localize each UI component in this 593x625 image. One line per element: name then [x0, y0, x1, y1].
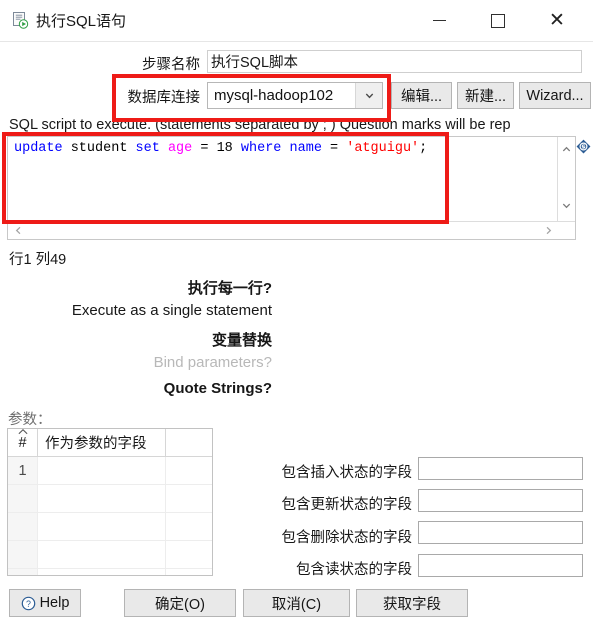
- question-circle-icon: ?: [21, 596, 36, 611]
- table-cell[interactable]: [38, 513, 166, 540]
- delete-status-field-label: 包含删除状态的字段: [281, 530, 413, 546]
- chevron-down-icon[interactable]: [558, 197, 575, 214]
- help-button[interactable]: ? Help: [9, 589, 81, 617]
- table-row[interactable]: [8, 569, 212, 575]
- step-name-input[interactable]: [207, 50, 582, 73]
- table-cell[interactable]: [8, 569, 38, 575]
- read-status-field-input[interactable]: [418, 554, 583, 577]
- sql-script-text: update student set age = 18 where name =…: [14, 140, 427, 157]
- column-header-param-field-label: 作为参数的字段: [45, 436, 147, 452]
- get-fields-button[interactable]: 获取字段: [356, 589, 468, 617]
- sql-script-editor[interactable]: update student set age = 18 where name =…: [7, 136, 576, 240]
- edit-connection-button[interactable]: 编辑...: [391, 82, 452, 109]
- update-status-field-label: 包含更新状态的字段: [281, 497, 413, 513]
- table-row[interactable]: 1: [8, 457, 212, 485]
- chevron-down-icon: [355, 83, 382, 108]
- table-cell[interactable]: [166, 457, 212, 484]
- table-row[interactable]: [8, 485, 212, 513]
- database-connection-label: 数据库连接: [127, 90, 201, 106]
- table-cell[interactable]: [166, 513, 212, 540]
- delete-status-field-input[interactable]: [418, 521, 583, 544]
- table-cell[interactable]: 1: [8, 457, 38, 484]
- option-label-execute-each-row[interactable]: 执行每一行?: [0, 277, 272, 298]
- minimize-icon[interactable]: [416, 0, 462, 41]
- column-header-param-field[interactable]: 作为参数的字段: [38, 429, 166, 456]
- sql-script-description: SQL script to execute. (statements separ…: [9, 117, 511, 133]
- close-icon[interactable]: ✕: [534, 0, 580, 41]
- sql-token: =: [321, 141, 347, 156]
- sql-script-icon: [11, 11, 29, 29]
- sql-token: age: [167, 141, 193, 156]
- parameters-table[interactable]: # 作为参数的字段 1: [7, 428, 213, 576]
- table-cell[interactable]: [38, 457, 166, 484]
- table-cell[interactable]: [8, 485, 38, 512]
- sql-token: set: [135, 141, 160, 156]
- option-label-quote-strings[interactable]: Quote Strings?: [0, 380, 272, 397]
- sql-token: student: [62, 141, 136, 156]
- insert-status-field-input[interactable]: [418, 457, 583, 480]
- chevron-up-icon[interactable]: [558, 141, 575, 158]
- variable-diamond-icon[interactable]: [576, 139, 591, 154]
- table-cell[interactable]: [166, 541, 212, 568]
- sql-token: where: [240, 141, 282, 156]
- sql-token: ;: [419, 141, 428, 156]
- parameters-table-header: # 作为参数的字段: [8, 429, 212, 457]
- window-title: 执行SQL语句: [36, 13, 127, 30]
- table-cell[interactable]: [8, 513, 38, 540]
- option-label-execute-single-statement[interactable]: Execute as a single statement: [0, 302, 272, 319]
- svg-text:?: ?: [26, 598, 31, 608]
- new-connection-button[interactable]: 新建...: [457, 82, 514, 109]
- option-label-variable-substitution[interactable]: 变量替换: [0, 329, 272, 350]
- sql-token: =: [192, 141, 217, 156]
- sql-editor-vertical-scrollbar[interactable]: [557, 137, 575, 222]
- table-cell[interactable]: [38, 541, 166, 568]
- sql-editor-horizontal-scrollbar[interactable]: [8, 221, 575, 239]
- option-label-bind-parameters: Bind parameters?: [153, 354, 272, 371]
- sql-token: 'atguigu': [346, 141, 420, 156]
- ok-button[interactable]: 确定(O): [124, 589, 236, 617]
- parameters-table-body: 1: [8, 457, 212, 575]
- sql-token: name: [289, 141, 322, 156]
- table-cell[interactable]: [166, 569, 212, 575]
- column-header-spare[interactable]: [166, 429, 212, 456]
- chevron-right-icon[interactable]: [540, 222, 557, 239]
- sql-token: update: [14, 141, 63, 156]
- table-row[interactable]: [8, 513, 212, 541]
- table-cell[interactable]: [38, 485, 166, 512]
- chevron-left-icon[interactable]: [10, 222, 27, 239]
- column-header-index[interactable]: #: [8, 429, 38, 456]
- title-bar: 执行SQL语句 ✕: [0, 0, 593, 42]
- insert-status-field-label: 包含插入状态的字段: [281, 465, 413, 481]
- cancel-button[interactable]: 取消(C): [243, 589, 350, 617]
- step-name-label: 步骤名称: [142, 57, 200, 73]
- table-cell[interactable]: [8, 541, 38, 568]
- maximize-icon[interactable]: [475, 0, 521, 41]
- table-cell[interactable]: [38, 569, 166, 575]
- sql-token: 18: [216, 141, 233, 156]
- database-connection-value: mysql-hadoop102: [214, 87, 334, 104]
- cursor-position-status: 行1 列49: [9, 252, 67, 268]
- table-cell[interactable]: [166, 485, 212, 512]
- table-row[interactable]: [8, 541, 212, 569]
- sort-ascending-icon: [17, 429, 28, 437]
- update-status-field-input[interactable]: [418, 489, 583, 512]
- parameters-section-label: 参数：: [8, 412, 52, 428]
- connection-wizard-button[interactable]: Wizard...: [519, 82, 591, 109]
- read-status-field-label: 包含读状态的字段: [296, 562, 412, 578]
- help-button-label: Help: [39, 595, 70, 611]
- database-connection-select[interactable]: mysql-hadoop102: [207, 82, 383, 109]
